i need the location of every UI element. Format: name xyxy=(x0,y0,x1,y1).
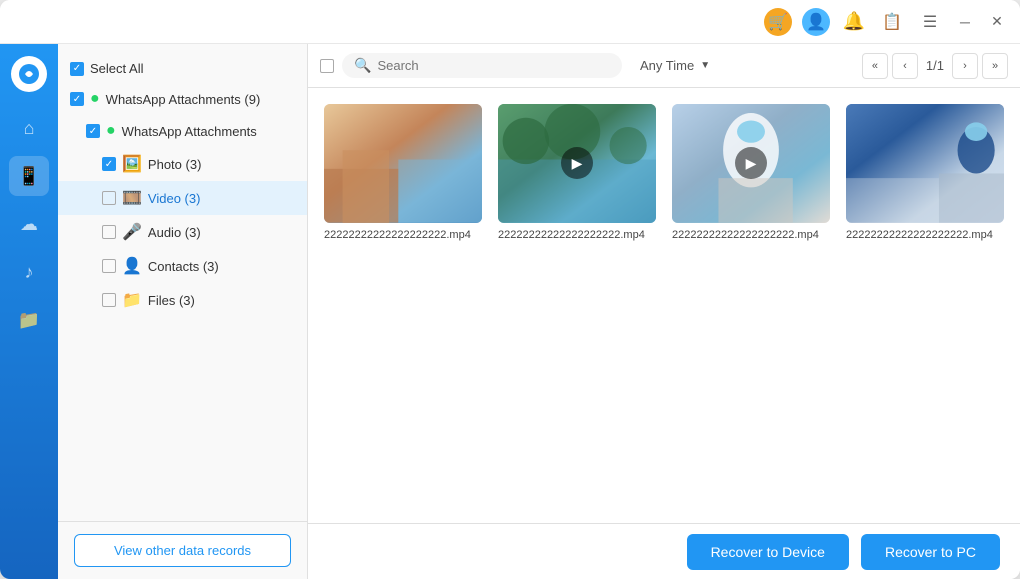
pagination: « ‹ 1/1 › » xyxy=(862,53,1008,79)
search-input[interactable] xyxy=(377,58,610,73)
tree-item-whatsapp[interactable]: ✓ ● WhatsApp Attachments xyxy=(58,115,307,147)
first-page-button[interactable]: « xyxy=(862,53,888,79)
view-other-data-button[interactable]: View other data records xyxy=(74,534,291,567)
user-icon[interactable]: 👤 xyxy=(802,8,830,36)
video-name-2: 22222222222222222222.mp4 xyxy=(498,229,656,241)
files-label: Files (3) xyxy=(148,293,295,308)
audio-checkbox[interactable] xyxy=(102,225,116,239)
content-area: 🔍 Any Time ▼ « ‹ 1/1 › » xyxy=(308,44,1020,579)
app-logo xyxy=(11,56,47,92)
tree-item-files[interactable]: 📁 Files (3) xyxy=(58,283,307,317)
content-toolbar: 🔍 Any Time ▼ « ‹ 1/1 › » xyxy=(308,44,1020,88)
video-name-4: 22222222222222222222.mp4 xyxy=(846,229,1004,241)
prev-page-button[interactable]: ‹ xyxy=(892,53,918,79)
recover-to-pc-button[interactable]: Recover to PC xyxy=(861,534,1000,570)
nav-item-home[interactable]: ⌂ xyxy=(9,108,49,148)
title-bar: 🛒 👤 🔔 📋 ☰ ─ ✕ xyxy=(0,0,1020,44)
app-window: 🛒 👤 🔔 📋 ☰ ─ ✕ ⌂ 📱 ☁ ♪ 📁 ✓ xyxy=(0,0,1020,579)
tree-item-whatsapp-root[interactable]: ✓ ● WhatsApp Attachments (9) xyxy=(58,83,307,115)
cart-icon[interactable]: 🛒 xyxy=(764,8,792,36)
nav-item-cloud[interactable]: ☁ xyxy=(9,204,49,244)
video-thumb-2[interactable]: ▶ xyxy=(498,104,656,223)
select-all-checkbox[interactable]: ✓ xyxy=(70,62,84,76)
menu-icon[interactable]: ☰ xyxy=(916,8,944,36)
files-icon: 📁 xyxy=(122,290,142,310)
video-grid: 22222222222222222222.mp4 ▶ xyxy=(308,88,1020,523)
bell-icon[interactable]: 🔔 xyxy=(840,8,868,36)
search-box[interactable]: 🔍 xyxy=(342,53,622,78)
chevron-down-icon: ▼ xyxy=(700,60,710,71)
note-icon[interactable]: 📋 xyxy=(878,8,906,36)
tree-item-video[interactable]: 🎞️ Video (3) xyxy=(58,181,307,215)
whatsapp-label: WhatsApp Attachments xyxy=(122,124,295,139)
play-icon-2: ▶ xyxy=(561,147,593,179)
tree-item-photo[interactable]: ✓ 🖼️ Photo (3) xyxy=(58,147,307,181)
photo-label: Photo (3) xyxy=(148,157,295,172)
files-checkbox[interactable] xyxy=(102,293,116,307)
video-thumb-1[interactable] xyxy=(324,104,482,223)
select-all-label: Select All xyxy=(90,61,295,76)
photo-icon: 🖼️ xyxy=(122,154,142,174)
audio-icon: 🎤 xyxy=(122,222,142,242)
whatsapp-root-checkbox[interactable]: ✓ xyxy=(70,92,84,106)
tree-footer: View other data records xyxy=(58,521,307,579)
toolbar-select-checkbox[interactable] xyxy=(320,59,334,73)
tree-item-contacts[interactable]: 👤 Contacts (3) xyxy=(58,249,307,283)
video-icon: 🎞️ xyxy=(122,188,142,208)
whatsapp-sub-icon: ● xyxy=(106,122,116,140)
tree-item-audio[interactable]: 🎤 Audio (3) xyxy=(58,215,307,249)
video-card-3: ▶ 22222222222222222222.mp4 xyxy=(672,104,830,241)
next-page-button[interactable]: › xyxy=(952,53,978,79)
page-info: 1/1 xyxy=(922,58,948,73)
title-bar-icons: 🛒 👤 🔔 📋 ☰ ─ ✕ xyxy=(764,8,1008,36)
video-card-1: 22222222222222222222.mp4 xyxy=(324,104,482,241)
tree-panel: ✓ Select All ✓ ● WhatsApp Attachments (9… xyxy=(58,44,308,579)
close-button[interactable]: ✕ xyxy=(986,11,1008,33)
tree-item-select-all[interactable]: ✓ Select All xyxy=(58,54,307,83)
contacts-icon: 👤 xyxy=(122,256,142,276)
video-thumb-4[interactable] xyxy=(846,104,1004,223)
last-page-button[interactable]: » xyxy=(982,53,1008,79)
recover-to-device-button[interactable]: Recover to Device xyxy=(687,534,849,570)
minimize-button[interactable]: ─ xyxy=(954,11,976,33)
video-card-4: 22222222222222222222.mp4 xyxy=(846,104,1004,241)
play-icon-3: ▶ xyxy=(735,147,767,179)
video-thumb-3[interactable]: ▶ xyxy=(672,104,830,223)
video-label: Video (3) xyxy=(148,191,295,206)
nav-item-files[interactable]: 📁 xyxy=(9,300,49,340)
content-footer: Recover to Device Recover to PC xyxy=(308,523,1020,579)
time-filter-label: Any Time xyxy=(640,58,694,73)
contacts-checkbox[interactable] xyxy=(102,259,116,273)
contacts-label: Contacts (3) xyxy=(148,259,295,274)
time-filter[interactable]: Any Time ▼ xyxy=(630,54,720,77)
tree-content: ✓ Select All ✓ ● WhatsApp Attachments (9… xyxy=(58,44,307,521)
nav-item-music[interactable]: ♪ xyxy=(9,252,49,292)
photo-checkbox[interactable]: ✓ xyxy=(102,157,116,171)
video-name-1: 22222222222222222222.mp4 xyxy=(324,229,482,241)
search-icon: 🔍 xyxy=(354,57,371,74)
video-name-3: 22222222222222222222.mp4 xyxy=(672,229,830,241)
whatsapp-checkbox[interactable]: ✓ xyxy=(86,124,100,138)
audio-label: Audio (3) xyxy=(148,225,295,240)
nav-item-device[interactable]: 📱 xyxy=(9,156,49,196)
whatsapp-icon: ● xyxy=(90,90,100,108)
video-checkbox[interactable] xyxy=(102,191,116,205)
whatsapp-root-label: WhatsApp Attachments (9) xyxy=(106,92,295,107)
video-card-2: ▶ 22222222222222222222.mp4 xyxy=(498,104,656,241)
main-layout: ⌂ 📱 ☁ ♪ 📁 ✓ Select All ✓ ● WhatsApp Atta… xyxy=(0,44,1020,579)
nav-sidebar: ⌂ 📱 ☁ ♪ 📁 xyxy=(0,44,58,579)
